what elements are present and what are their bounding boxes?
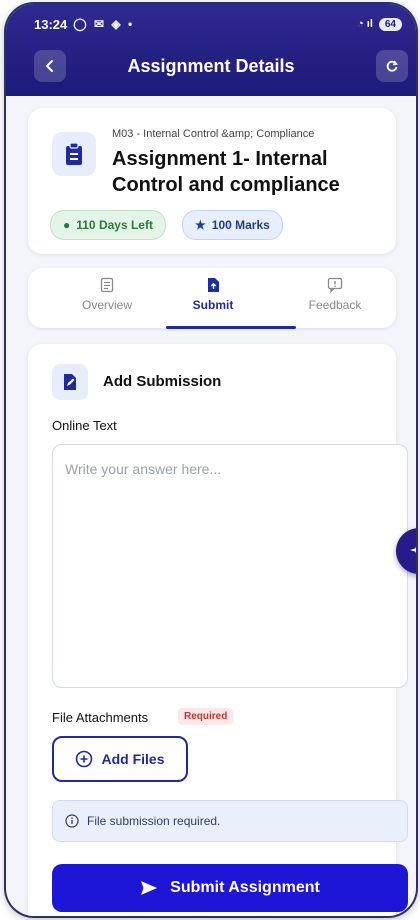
refresh-button[interactable] — [376, 50, 408, 82]
document-icon — [100, 277, 114, 293]
days-left-badge: ● 110 Days Left — [50, 210, 166, 240]
tab-submit[interactable]: Submit — [158, 276, 268, 312]
clipboard-icon — [52, 132, 96, 176]
notification-icons: ◯ ✉ ◈ • — [73, 17, 135, 31]
tab-overview-label: Overview — [81, 298, 132, 312]
battery-indicator: 64 — [378, 17, 402, 31]
sparkle-icon — [410, 546, 416, 554]
status-time: 13:24 — [34, 16, 68, 32]
module-name: M03 - Internal Control &amp; Compliance — [112, 128, 315, 140]
marks-label: 100 Marks — [211, 218, 270, 232]
answer-textarea[interactable] — [52, 444, 408, 688]
tab-feedback[interactable]: Feedback — [280, 276, 390, 312]
status-bar: 13:24 ◯ ✉ ◈ • ◔ ıl 64 — [34, 14, 402, 34]
wifi-signal-icon: ◔ ıl — [357, 18, 373, 30]
online-text-label: Online Text — [52, 418, 117, 433]
send-icon — [141, 881, 158, 895]
file-required-notice: File submission required. — [52, 800, 408, 842]
star-icon: ★ — [195, 218, 206, 232]
active-tab-indicator — [166, 326, 296, 329]
required-badge: Required — [178, 708, 234, 725]
plus-circle-icon — [76, 750, 93, 768]
file-attachments-label: File Attachments — [52, 710, 149, 725]
tab-submit-label: Submit — [192, 298, 234, 312]
submit-assignment-button[interactable]: Submit Assignment — [52, 864, 408, 912]
tab-bar: Overview Submit Feedback — [28, 268, 396, 329]
days-left-label: 110 Days Left — [76, 218, 153, 232]
timer-icon: ● — [63, 218, 71, 232]
marks-badge: ★ 100 Marks — [182, 210, 283, 240]
refresh-icon — [386, 60, 399, 72]
submit-assignment-label: Submit Assignment — [170, 879, 320, 896]
upload-file-icon — [208, 278, 219, 292]
edit-document-icon — [52, 364, 88, 400]
tab-feedback-label: Feedback — [308, 298, 362, 312]
add-submission-heading: Add Submission — [103, 373, 222, 390]
notice-text: File submission required. — [87, 814, 221, 828]
assignment-title: Assignment 1- Internal Control and compl… — [112, 148, 340, 196]
tab-overview[interactable]: Overview — [52, 276, 162, 312]
assignment-info-card: M03 - Internal Control &amp; Compliance … — [28, 108, 396, 254]
add-files-label: Add Files — [101, 751, 165, 767]
phone-screen: 13:24 ◯ ✉ ◈ • ◔ ıl 64 Assignment Details… — [6, 4, 416, 916]
submission-card: Add Submission Online Text File Attachme… — [28, 344, 408, 916]
add-files-button[interactable]: Add Files — [52, 736, 188, 782]
feedback-icon — [327, 277, 343, 294]
status-right: ◔ ıl 64 — [357, 17, 402, 31]
info-icon — [65, 814, 79, 828]
app-header: 13:24 ◯ ✉ ◈ • ◔ ıl 64 Assignment Details — [6, 4, 416, 96]
page-title: Assignment Details — [127, 56, 295, 76]
